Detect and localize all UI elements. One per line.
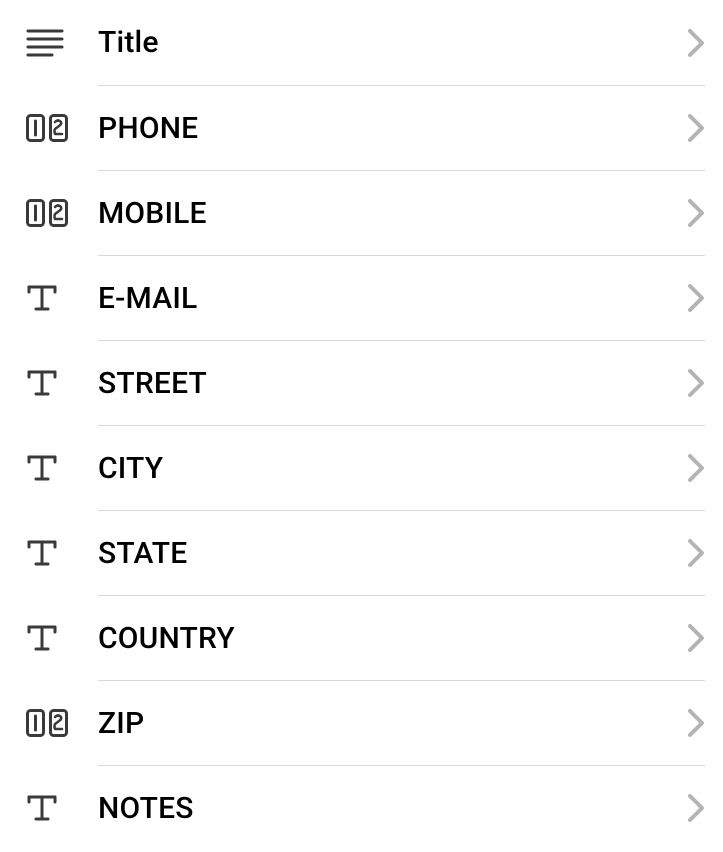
field-row-title[interactable]: Title (0, 0, 723, 85)
field-label: PHONE (98, 111, 687, 146)
chevron-right-icon (687, 198, 705, 228)
chevron-right-icon (687, 28, 705, 58)
field-label: NOTES (98, 791, 687, 826)
text-icon (26, 368, 98, 398)
text-icon (26, 453, 98, 483)
field-row-phone[interactable]: PHONE (0, 85, 723, 170)
chevron-right-icon (687, 113, 705, 143)
text-icon (26, 283, 98, 313)
field-row-email[interactable]: E-MAIL (0, 255, 723, 340)
field-label: CITY (98, 451, 687, 486)
chevron-right-icon (687, 623, 705, 653)
chevron-right-icon (687, 453, 705, 483)
chevron-right-icon (687, 368, 705, 398)
chevron-right-icon (687, 708, 705, 738)
field-row-zip[interactable]: ZIP (0, 680, 723, 765)
text-icon (26, 623, 98, 653)
text-icon (26, 538, 98, 568)
field-label: Title (98, 25, 687, 60)
chevron-right-icon (687, 793, 705, 823)
numeric-icon (26, 114, 98, 142)
field-label: COUNTRY (98, 621, 687, 656)
field-row-mobile[interactable]: MOBILE (0, 170, 723, 255)
field-label: STATE (98, 536, 687, 571)
numeric-icon (26, 709, 98, 737)
text-icon (26, 793, 98, 823)
lines-icon (26, 29, 98, 57)
field-label: MOBILE (98, 196, 687, 231)
field-row-state[interactable]: STATE (0, 510, 723, 595)
field-row-notes[interactable]: NOTES (0, 765, 723, 850)
field-list: Title PHONE (0, 0, 723, 850)
chevron-right-icon (687, 283, 705, 313)
field-row-country[interactable]: COUNTRY (0, 595, 723, 680)
field-row-street[interactable]: STREET (0, 340, 723, 425)
numeric-icon (26, 199, 98, 227)
field-label: E-MAIL (98, 281, 687, 316)
field-label: STREET (98, 366, 687, 401)
field-label: ZIP (98, 706, 687, 741)
field-row-city[interactable]: CITY (0, 425, 723, 510)
chevron-right-icon (687, 538, 705, 568)
